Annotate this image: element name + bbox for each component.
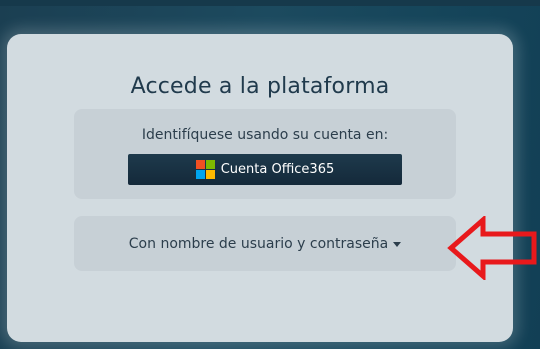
microsoft-logo-icon [195,160,215,179]
page-title: Accede a la plataforma [130,74,390,99]
username-password-label: Con nombre de usuario y contraseña [128,235,389,252]
red-arrow-annotation-icon [447,216,537,280]
caret-down-icon [393,242,402,247]
office365-login-button[interactable]: Cuenta Office365 [128,154,402,185]
office365-login-label: Identifíquese usando su cuenta en: [141,127,389,143]
login-card: Accede a la plataforma Identifíquese usa… [7,34,513,342]
office365-login-button-label: Cuenta Office365 [220,162,335,177]
window-top-edge [0,0,540,6]
office365-login-panel: Identifíquese usando su cuenta en: Cuent… [74,109,456,199]
username-password-toggle[interactable]: Con nombre de usuario y contraseña [74,216,456,271]
